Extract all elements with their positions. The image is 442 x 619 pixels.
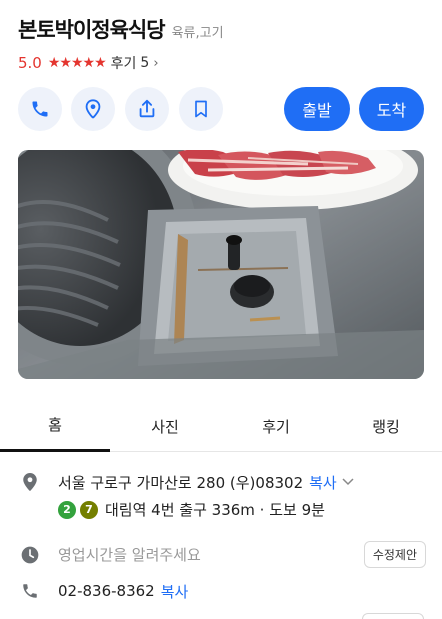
subway-line-7-badge: 7 (80, 500, 98, 519)
phone-icon (18, 579, 42, 603)
tab-home[interactable]: 홈 (0, 400, 110, 452)
arrive-button[interactable]: 도착 (359, 87, 424, 131)
bookmark-icon (195, 100, 207, 118)
map-pin-icon (85, 99, 101, 119)
map-button[interactable] (71, 87, 115, 131)
tab-bar: 홈 사진 후기 랭킹 (0, 400, 442, 452)
phone-row: 02-836-8362 복사 (18, 579, 426, 603)
review-count-link[interactable]: 후기 5 › (111, 53, 159, 73)
subway-line-2-badge: 2 (58, 500, 76, 519)
clock-icon (18, 543, 42, 567)
tab-photos[interactable]: 사진 (110, 400, 220, 452)
call-button[interactable] (18, 87, 62, 131)
place-header: 본토박이정육식당 육류,고기 5.0 ★★★★★ 후기 5 › (18, 14, 432, 73)
rating-row: 5.0 ★★★★★ 후기 5 › (18, 53, 432, 73)
next-row-button-peek (362, 613, 424, 619)
share-button[interactable] (125, 87, 169, 131)
phone-icon (32, 101, 48, 117)
tab-reviews[interactable]: 후기 (221, 400, 331, 452)
place-photo[interactable] (18, 150, 424, 379)
bookmark-button[interactable] (179, 87, 223, 131)
title-row: 본토박이정육식당 육류,고기 (18, 14, 432, 44)
review-count: 5 (140, 55, 150, 71)
address-copy-link[interactable]: 복사 (309, 472, 337, 493)
grill-photo-image (18, 150, 424, 379)
phone-number[interactable]: 02-836-8362 (58, 582, 155, 600)
location-pin-icon (18, 470, 42, 494)
place-category: 육류,고기 (171, 26, 224, 41)
review-label: 후기 (110, 56, 137, 72)
phone-copy-link[interactable]: 복사 (161, 581, 189, 602)
tab-ranking[interactable]: 랭킹 (331, 400, 441, 452)
subway-row: 2 7 대림역 4번 출구 336m · 도보 9분 (58, 499, 426, 520)
rating-stars: ★★★★★ (47, 55, 107, 71)
rating-score: 5.0 (18, 54, 42, 72)
address-text: 서울 구로구 가마산로 280 (우)08302 (58, 473, 304, 492)
depart-button[interactable]: 출발 (284, 87, 350, 131)
place-name: 본토박이정육식당 (18, 18, 166, 42)
action-bar: 출발 도착 (18, 87, 424, 131)
chevron-down-icon[interactable] (342, 475, 354, 490)
share-icon (139, 99, 155, 118)
hours-text: 영업시간을 알려주세요 (58, 546, 201, 564)
hours-row: 영업시간을 알려주세요 수정제안 (18, 541, 426, 568)
address-row: 서울 구로구 가마산로 280 (우)08302 복사 (18, 470, 426, 494)
suggest-edit-button[interactable]: 수정제안 (363, 541, 426, 568)
chevron-right-icon: › (153, 55, 159, 71)
subway-directions: 대림역 4번 출구 336m · 도보 9분 (105, 501, 325, 519)
